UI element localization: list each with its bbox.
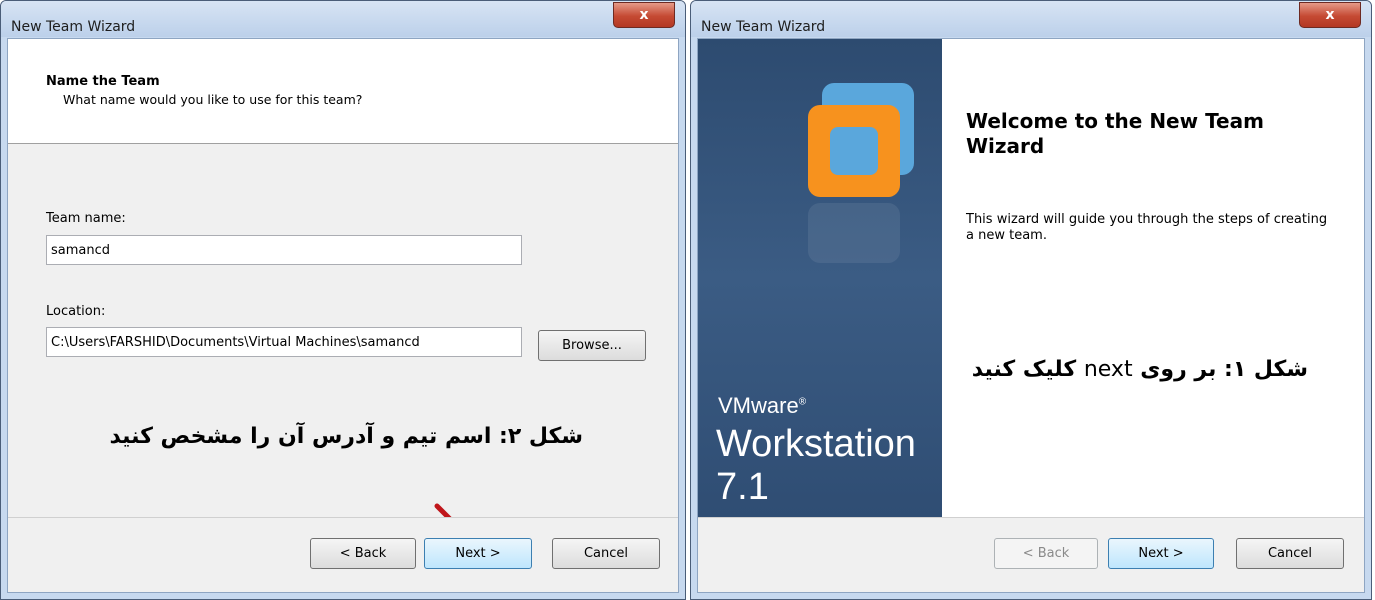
browse-button[interactable]: Browse... xyxy=(538,330,646,361)
team-name-input[interactable] xyxy=(46,235,522,265)
team-name-label: Team name: xyxy=(46,211,126,226)
cancel-button[interactable]: Cancel xyxy=(552,538,660,569)
next-button[interactable]: Next > xyxy=(424,538,532,569)
window-title: New Team Wizard xyxy=(701,19,826,35)
location-label: Location: xyxy=(46,304,106,319)
wizard-body: Team name: Location: Browse... شکل ۲: اس… xyxy=(8,144,678,540)
close-icon: x xyxy=(639,7,649,23)
window-title: New Team Wizard xyxy=(11,19,136,35)
brand-vmware: VMware® xyxy=(718,393,806,419)
close-icon: x xyxy=(1325,7,1335,23)
caption-figure-1: شکل ۱: بر روی next کلیک کنید xyxy=(972,357,1308,382)
wizard-header: Name the Team What name would you like t… xyxy=(8,39,678,144)
close-button[interactable]: x xyxy=(613,2,675,28)
welcome-wizard-window: New Team Wizard x VMware® Workstation 7.… xyxy=(690,0,1372,600)
caption-next-word: next xyxy=(1083,357,1133,382)
location-input[interactable] xyxy=(46,327,522,357)
title-bar[interactable]: New Team Wizard x xyxy=(691,1,1371,37)
back-button[interactable]: < Back xyxy=(310,538,416,569)
close-button[interactable]: x xyxy=(1299,2,1361,28)
caption-figure-2: شکل ۲: اسم تیم و آدرس آن را مشخص کنید xyxy=(109,424,583,449)
cancel-button[interactable]: Cancel xyxy=(1236,538,1344,569)
wizard-client-area: Name the Team What name would you like t… xyxy=(7,38,679,593)
wizard-footer: < Back Next > Cancel xyxy=(698,517,1364,592)
title-bar[interactable]: New Team Wizard x xyxy=(1,1,685,37)
brand-vmware-text: VMware xyxy=(718,393,799,418)
caption-part-1: شکل ۱: بر روی xyxy=(1140,357,1308,382)
welcome-description: This wizard will guide you through the s… xyxy=(966,212,1328,243)
registered-mark: ® xyxy=(798,396,807,408)
page-subtitle: What name would you like to use for this… xyxy=(63,92,363,107)
next-button[interactable]: Next > xyxy=(1108,538,1214,569)
vmware-sidebar: VMware® Workstation 7.1 xyxy=(698,39,942,517)
vmware-logo-icon xyxy=(808,83,914,263)
page-title: Name the Team xyxy=(46,74,160,89)
brand-product: Workstation 7.1 xyxy=(716,423,916,508)
welcome-heading: Welcome to the New Team Wizard xyxy=(966,109,1264,158)
wizard-client-area: VMware® Workstation 7.1 Welcome to the N… xyxy=(697,38,1365,593)
back-button[interactable]: < Back xyxy=(994,538,1098,569)
wizard-footer: < Back Next > Cancel xyxy=(8,517,678,592)
caption-part-2: کلیک کنید xyxy=(971,357,1077,382)
name-team-wizard-window: New Team Wizard x Name the Team What nam… xyxy=(0,0,686,600)
